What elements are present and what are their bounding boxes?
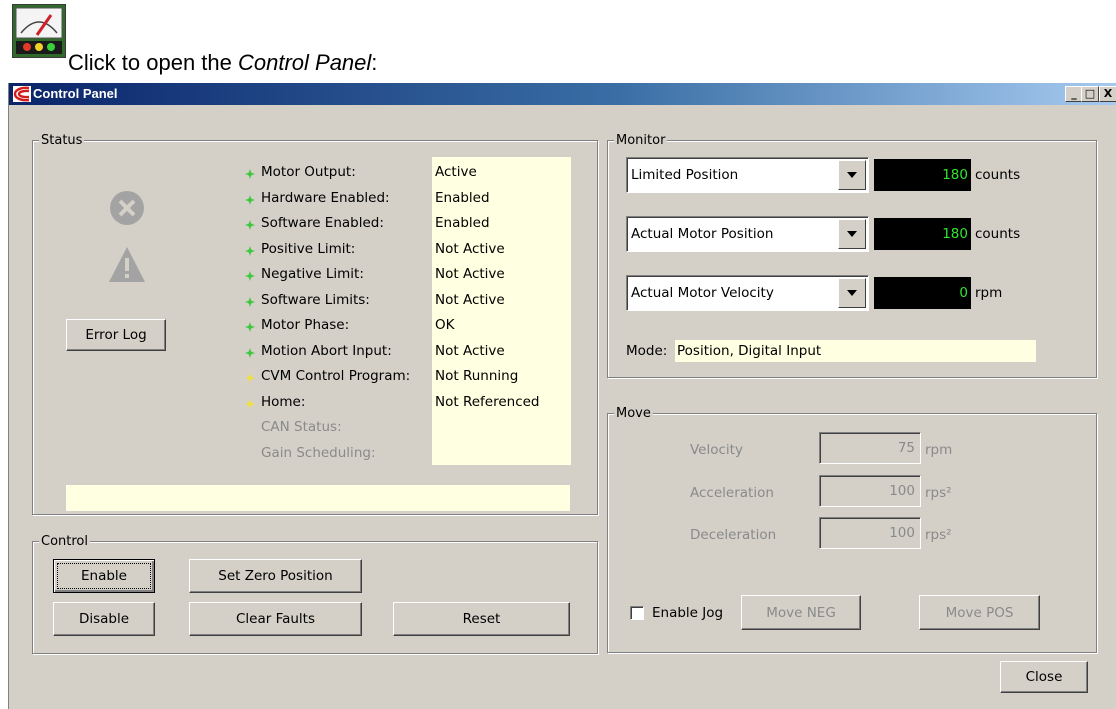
status-row-value: Not Active	[435, 291, 505, 308]
deceleration-label: Deceleration	[690, 527, 777, 543]
status-indicator-green-icon	[245, 167, 255, 179]
acceleration-input[interactable]: 100	[819, 475, 921, 507]
monitor-channel-select[interactable]: Actual Motor Velocity	[626, 275, 869, 311]
status-indicator-green-icon	[245, 193, 255, 205]
control-panel-window: Control Panel _ □ X Status Error Log Mot…	[8, 83, 1116, 709]
monitor-channels: Limited Position 180 counts Actual Motor Po…	[9, 83, 1020, 311]
status-row-label: Motor Output:	[261, 164, 356, 180]
monitor-unit: rpm	[975, 285, 1003, 301]
monitor-channel-select-value: Actual Motor Velocity	[631, 285, 774, 301]
status-indicator-green-icon	[245, 320, 255, 332]
intro-instruction: Click to open the Control Panel:	[68, 50, 377, 76]
window-title: Control Panel	[33, 86, 118, 101]
disable-button[interactable]: Disable	[53, 602, 155, 636]
set-zero-position-button[interactable]: Set Zero Position	[189, 559, 362, 593]
monitor-channel-select[interactable]: Actual Motor Position	[626, 216, 869, 252]
status-row-value: Active	[435, 164, 477, 180]
status-row-label: Positive Limit:	[261, 240, 356, 257]
status-legend: Status	[39, 133, 85, 149]
status-row-value: Not Active	[435, 240, 505, 257]
close-window-button[interactable]: X	[1099, 86, 1116, 102]
reset-button[interactable]: Reset	[393, 602, 570, 636]
close-button[interactable]: Close	[1000, 661, 1088, 693]
status-row-label: Home:	[261, 393, 306, 410]
clear-faults-button[interactable]: Clear Faults	[189, 602, 362, 636]
status-row-label: Negative Limit:	[261, 266, 364, 282]
monitor-unit: counts	[975, 226, 1021, 242]
monitor-channel-select-value: Actual Motor Position	[631, 226, 774, 242]
deceleration-input[interactable]: 100	[819, 517, 921, 549]
error-icon	[109, 190, 145, 226]
status-row-label: Software Limits:	[261, 291, 370, 308]
move-pos-button[interactable]: Move POS	[919, 595, 1040, 630]
monitor-channel-select-value: Limited Position	[631, 167, 739, 183]
mode-label: Mode:	[626, 343, 668, 359]
chevron-down-icon[interactable]	[838, 219, 866, 249]
status-indicator-green-icon	[245, 218, 255, 230]
status-row-label: CVM Control Program:	[261, 368, 411, 384]
app-logo-icon	[13, 86, 31, 102]
status-row-label: Software Enabled:	[261, 215, 384, 231]
status-indicator-yellow-icon	[245, 371, 255, 383]
status-row-value: Not Active	[435, 342, 505, 359]
status-indicator-green-icon	[245, 244, 255, 256]
maximize-button[interactable]: □	[1081, 86, 1099, 102]
status-row-label: Motion Abort Input:	[261, 342, 392, 359]
status-list: Motor Output: Active Hardware Enabled: Enab…	[239, 163, 579, 463]
status-row-value: OK	[435, 317, 455, 333]
status-row-value: Enabled	[435, 215, 490, 231]
status-message	[66, 485, 570, 511]
status-row-label: Motor Phase:	[261, 317, 350, 333]
control-legend: Control	[39, 534, 90, 550]
control-group	[32, 541, 598, 654]
deceleration-unit: rps²	[925, 527, 952, 543]
status-row-label: Hardware Enabled:	[261, 189, 390, 206]
velocity-input[interactable]: 75	[819, 432, 921, 464]
monitor-channel-select[interactable]: Limited Position	[626, 157, 869, 193]
intro-prefix: Click to open the	[68, 50, 238, 75]
status-row-value: Not Active	[435, 266, 505, 282]
status-indicator-yellow-icon	[245, 397, 255, 409]
chevron-down-icon[interactable]	[838, 160, 866, 190]
status-row-value: Enabled	[435, 189, 490, 206]
acceleration-label: Acceleration	[690, 485, 774, 501]
enable-jog-label[interactable]: Enable Jog	[652, 604, 723, 622]
monitor-value-display: 180	[874, 159, 971, 191]
intro-suffix: :	[371, 50, 378, 75]
enable-jog-checkbox[interactable]	[630, 606, 644, 620]
status-row-label: CAN Status:	[261, 419, 342, 435]
status-row-label: Gain Scheduling:	[261, 444, 376, 461]
acceleration-unit: rps²	[925, 485, 952, 501]
move-neg-button[interactable]: Move NEG	[741, 595, 861, 630]
move-legend: Move	[614, 406, 653, 422]
title-bar[interactable]: Control Panel _ □ X	[9, 83, 1116, 105]
status-indicator-green-icon	[245, 295, 255, 307]
monitor-legend: Monitor	[614, 133, 668, 149]
velocity-label: Velocity	[690, 442, 743, 458]
control-panel-launch-icon[interactable]	[12, 4, 66, 58]
monitor-unit: counts	[975, 167, 1021, 183]
warning-icon	[107, 245, 147, 285]
status-indicator-green-icon	[245, 269, 255, 281]
error-log-button[interactable]: Error Log	[66, 319, 166, 351]
enable-button[interactable]: Enable	[53, 559, 155, 593]
chevron-down-icon[interactable]	[838, 278, 866, 308]
velocity-unit: rpm	[925, 442, 953, 458]
status-row-value: Not Referenced	[435, 393, 540, 410]
monitor-value-display: 0	[874, 277, 971, 309]
intro-emphasis: Control Panel	[237, 50, 372, 75]
mode-value: Position, Digital Input	[675, 340, 1036, 362]
status-row-value: Not Running	[435, 368, 519, 384]
status-indicator-green-icon	[245, 346, 255, 358]
monitor-value-display: 180	[874, 218, 971, 250]
